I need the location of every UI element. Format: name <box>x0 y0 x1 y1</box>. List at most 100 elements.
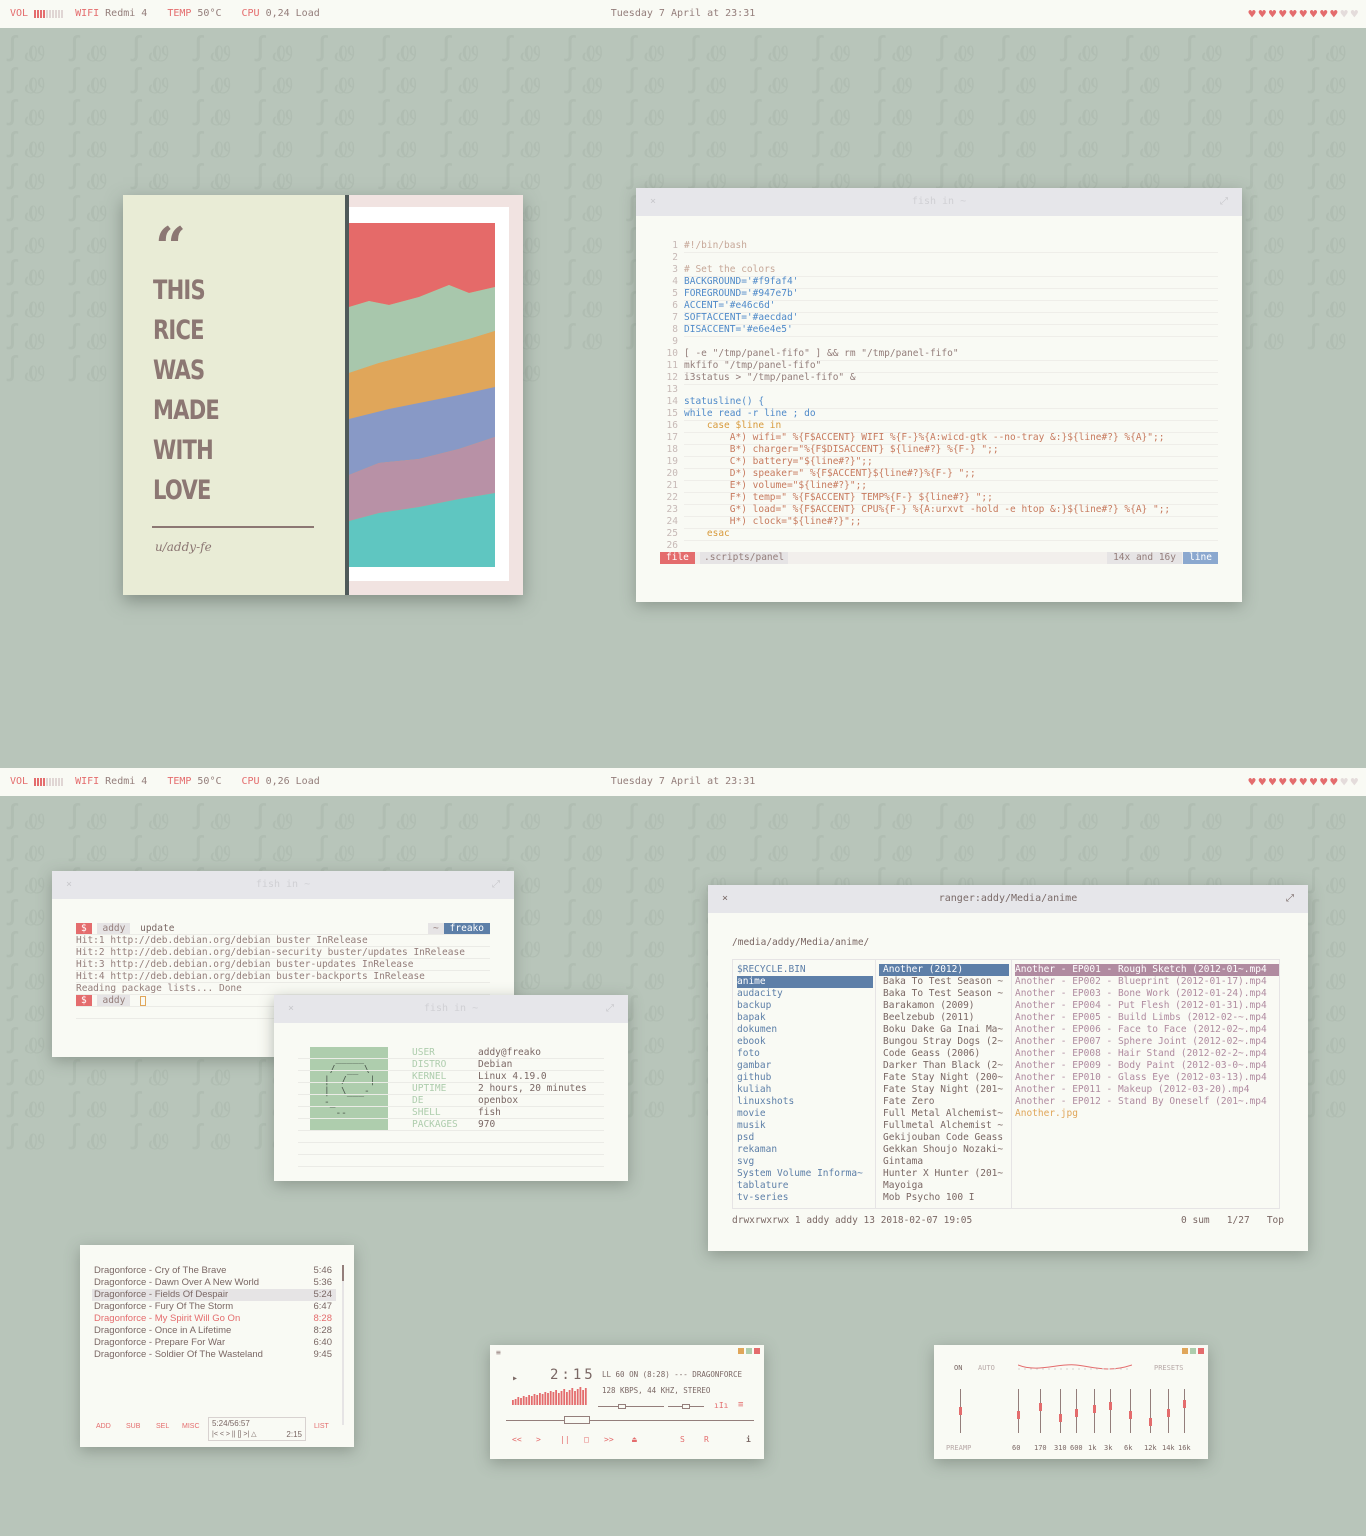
directory-item[interactable]: Gekkan Shoujo Nozaki~ <box>879 1144 1009 1156</box>
directory-item[interactable]: Boku Dake Ga Inai Ma~ <box>879 1024 1009 1036</box>
directory-item[interactable]: linuxshots <box>737 1096 873 1108</box>
directory-item[interactable]: Mob Psycho 100 I <box>879 1192 1009 1204</box>
play-button[interactable]: > <box>536 1435 541 1444</box>
file-item[interactable]: Another - EP005 - Build Limbs (2012-02-~… <box>1015 1012 1279 1024</box>
equalizer-window[interactable]: ON AUTO PRESETS PREAMP 60 170 310 600 1k 3k 6k… <box>934 1345 1208 1459</box>
ranger-window[interactable]: × ranger:addy/Media/anime ⤢ /media/addy/… <box>708 885 1308 1251</box>
eq-band-slider[interactable] <box>1075 1389 1078 1433</box>
file-item[interactable]: Another - EP011 - Makeup (2012-03-20).mp… <box>1015 1084 1279 1096</box>
volume-meter[interactable] <box>34 778 64 786</box>
directory-item[interactable]: svg <box>737 1156 873 1168</box>
ranger-titlebar[interactable]: × ranger:addy/Media/anime ⤢ <box>708 885 1308 913</box>
maximize-icon[interactable]: ⤢ <box>492 871 500 899</box>
cpu-value[interactable]: 0,26 Load <box>266 768 320 796</box>
volume-meter[interactable] <box>34 10 64 18</box>
terminal-titlebar[interactable]: × fish in ~ ⤢ <box>274 995 628 1023</box>
playlist-item[interactable]: Dragonforce - Once in A Lifetime 8:28 <box>92 1325 336 1337</box>
eq-band-slider[interactable] <box>1059 1389 1062 1433</box>
close-icon[interactable]: × <box>288 995 294 1023</box>
directory-item[interactable]: System Volume Informa~ <box>737 1168 873 1180</box>
directory-item[interactable]: ebook <box>737 1036 873 1048</box>
file-item[interactable]: Another - EP002 - Blueprint (2012-01-17)… <box>1015 976 1279 988</box>
directory-item[interactable]: anime <box>737 976 873 988</box>
window-buttons[interactable] <box>738 1348 760 1354</box>
directory-item[interactable]: Fate Zero <box>879 1096 1009 1108</box>
close-icon[interactable]: × <box>650 188 656 216</box>
directory-item[interactable]: movie <box>737 1108 873 1120</box>
editor-titlebar[interactable]: × fish in ~ ⤢ <box>636 188 1242 216</box>
directory-item[interactable]: tablature <box>737 1180 873 1192</box>
directory-item[interactable]: github <box>737 1072 873 1084</box>
directory-item[interactable]: backup <box>737 1000 873 1012</box>
eq-band-slider[interactable] <box>1017 1389 1020 1433</box>
file-item[interactable]: Another - EP006 - Face to Face (2012-02~… <box>1015 1024 1279 1036</box>
sub-button[interactable]: SUB <box>126 1423 140 1430</box>
player-window[interactable]: ≡ ▸ 2:15 LL 60 ON (8:28) --- DRAGONFORCE… <box>490 1345 764 1459</box>
editor-window[interactable]: × fish in ~ ⤢ 1 #!/bin/bash 2 3 # Set the co… <box>636 188 1242 602</box>
stop-button[interactable]: □ <box>584 1435 589 1444</box>
mini-controls[interactable]: |< < > || [] >| △ <box>212 1430 257 1438</box>
directory-item[interactable]: Barakamon (2009) <box>879 1000 1009 1012</box>
file-item[interactable]: Another - EP012 - Stand By Oneself (201~… <box>1015 1096 1279 1108</box>
terminal-window-fetch[interactable]: × fish in ~ ⤢ _____ / __ \ | / | | \___-… <box>274 995 628 1181</box>
directory-item[interactable]: $RECYCLE.BIN <box>737 964 873 976</box>
eq-presets-button[interactable]: PRESETS <box>1154 1364 1184 1372</box>
previous-button[interactable]: << <box>512 1435 522 1444</box>
directory-item[interactable]: Fate Stay Night (201~ <box>879 1084 1009 1096</box>
file-item[interactable]: Another - EP009 - Body Paint (2012-03-0~… <box>1015 1060 1279 1072</box>
directory-item[interactable]: Mayoiga <box>879 1180 1009 1192</box>
close-icon[interactable]: × <box>66 871 72 899</box>
shuffle-button[interactable]: S <box>680 1435 685 1444</box>
terminal-titlebar[interactable]: × fish in ~ ⤢ <box>52 871 514 899</box>
file-item[interactable]: Another - EP008 - Hair Stand (2012-02-2~… <box>1015 1048 1279 1060</box>
directory-item[interactable]: Another (2012) <box>879 964 1009 976</box>
eq-auto-toggle[interactable]: AUTO <box>978 1364 995 1372</box>
directory-item[interactable]: foto <box>737 1048 873 1060</box>
misc-button[interactable]: MISC <box>182 1423 200 1430</box>
eq-toggle-icon[interactable]: ıIı <box>714 1401 728 1410</box>
seek-bar[interactable] <box>506 1416 754 1424</box>
directory-item[interactable]: Fullmetal Alchemist ~ <box>879 1120 1009 1132</box>
playlist-item[interactable]: Dragonforce - Fury Of The Storm 6:47 <box>92 1301 336 1313</box>
directory-item[interactable]: Bungou Stray Dogs (2~ <box>879 1036 1009 1048</box>
directory-item[interactable]: bapak <box>737 1012 873 1024</box>
maximize-icon[interactable]: ⤢ <box>606 995 614 1023</box>
eq-on-toggle[interactable]: ON <box>954 1364 962 1372</box>
playlist-item[interactable]: Dragonforce - My Spirit Will Go On 8:28 <box>92 1313 336 1325</box>
file-item[interactable]: Another - EP003 - Bone Work (2012-01-24)… <box>1015 988 1279 1000</box>
file-item[interactable]: Another - EP001 - Rough Sketch (2012-01~… <box>1015 964 1279 976</box>
next-button[interactable]: >> <box>604 1435 614 1444</box>
playlist-item[interactable]: Dragonforce - Fields Of Despair 5:24 <box>92 1289 336 1301</box>
directory-item[interactable]: musik <box>737 1120 873 1132</box>
eq-band-slider[interactable] <box>1039 1389 1042 1433</box>
directory-item[interactable]: Baka To Test Season ~ <box>879 988 1009 1000</box>
directory-item[interactable]: audacity <box>737 988 873 1000</box>
directory-item[interactable]: dokumen <box>737 1024 873 1036</box>
menu-icon[interactable]: ≡ <box>496 1348 501 1357</box>
directory-item[interactable]: Code Geass (2006) <box>879 1048 1009 1060</box>
playlist-item[interactable]: Dragonforce - Cry of The Brave 5:46 <box>92 1265 336 1277</box>
eq-band-slider[interactable] <box>1093 1389 1096 1433</box>
cpu-value[interactable]: 0,24 Load <box>266 0 320 28</box>
directory-item[interactable]: rekaman <box>737 1144 873 1156</box>
directory-item[interactable]: gambar <box>737 1060 873 1072</box>
directory-item[interactable]: Baka To Test Season ~ <box>879 976 1009 988</box>
wifi-value[interactable]: Redmi 4 <box>105 768 147 796</box>
editor-buffer[interactable]: 1 #!/bin/bash 2 3 # Set the colors 4 BACKGROUN… <box>636 240 1242 552</box>
playlist-item[interactable]: Dragonforce - Prepare For War 6:40 <box>92 1337 336 1349</box>
eject-button[interactable]: ⏏ <box>632 1435 637 1444</box>
directory-item[interactable]: Darker Than Black (2~ <box>879 1060 1009 1072</box>
close-icon[interactable]: × <box>722 885 728 913</box>
eq-band-slider[interactable] <box>1183 1389 1186 1433</box>
playlist-scrollbar[interactable] <box>342 1265 344 1425</box>
volume-slider[interactable] <box>598 1404 664 1409</box>
directory-item[interactable]: Beelzebub (2011) <box>879 1012 1009 1024</box>
pause-button[interactable]: || <box>560 1435 570 1444</box>
maximize-icon[interactable]: ⤢ <box>1286 885 1294 913</box>
wifi-value[interactable]: Redmi 4 <box>105 0 147 28</box>
playlist-toggle-icon[interactable]: ≡ <box>738 1400 743 1410</box>
info-button[interactable]: i <box>746 1435 751 1444</box>
playlist-window[interactable]: Dragonforce - Cry of The Brave 5:46 Dragon… <box>80 1245 354 1447</box>
directory-item[interactable]: tv-series <box>737 1192 873 1204</box>
directory-item[interactable]: Gekijouban Code Geass <box>879 1132 1009 1144</box>
